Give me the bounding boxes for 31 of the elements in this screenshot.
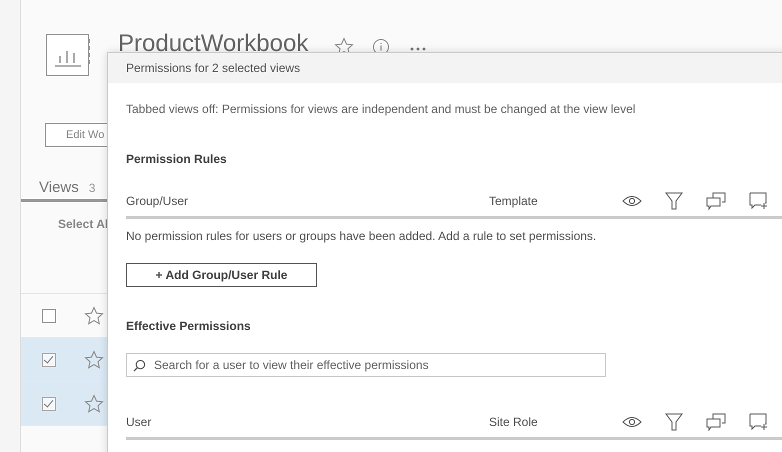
checkbox[interactable] [42,396,56,410]
column-header: Template [489,194,539,208]
eye-icon [622,416,642,428]
star-icon[interactable] [84,394,104,414]
comment-add-icon [749,413,769,431]
column-header: User [126,415,152,429]
comments-icon [706,192,726,210]
checkbox[interactable] [42,308,56,322]
column-header: Group/User [126,194,190,208]
section-heading: Permission Rules [126,152,228,166]
search-icon [133,359,146,372]
views-tab[interactable]: Views 3 [39,179,96,199]
eye-icon [622,195,642,207]
tab-label: Views [39,179,79,196]
filter-icon [665,192,683,210]
empty-message: No permission rules for users or groups have been added. Add a rule to set permissions. [126,229,598,243]
checkbox[interactable] [42,352,56,366]
tab-count: 3 [88,181,96,195]
info-note: Tabbed views off: Permissions for views are independent and must be changed at the view level [126,102,636,116]
comments-icon [706,413,726,431]
search-field[interactable]: Search for a user to view their effective permissions [126,353,606,377]
dialog-title: Permissions for 2 selected views [108,53,782,83]
comment-add-icon [749,192,769,210]
column-header: Site Role [489,415,539,429]
add-rule-button[interactable]: + Add Group/User Rule [126,263,317,287]
section-heading: Effective Permissions [126,319,252,333]
star-icon[interactable] [84,350,104,370]
more-icon[interactable] [410,47,426,51]
filter-icon [665,413,683,431]
star-icon[interactable] [84,306,104,326]
workbook-chart-icon [46,34,90,76]
